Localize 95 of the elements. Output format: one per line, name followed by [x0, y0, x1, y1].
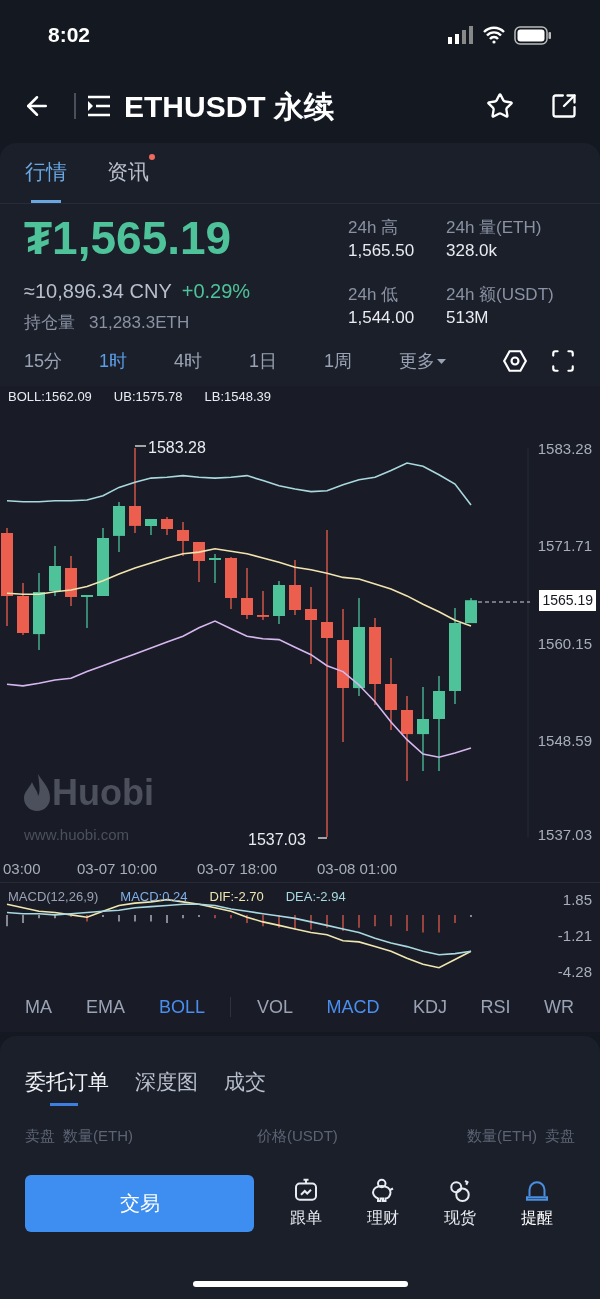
- share-button[interactable]: [550, 92, 578, 120]
- indicator-tab[interactable]: MACD: [326, 993, 380, 1021]
- candlestick: [225, 556, 237, 610]
- candlestick: [177, 521, 189, 557]
- interval-tab[interactable]: 1周: [324, 347, 399, 375]
- settings-icon[interactable]: [502, 348, 528, 374]
- battery-icon: [514, 25, 552, 45]
- macd-value: DEA:-2.94: [285, 888, 346, 906]
- time-axis-label: 03:00: [3, 859, 41, 879]
- stat-label: 24h 量(ETH): [446, 217, 543, 239]
- candlestick: [97, 527, 109, 597]
- price-axis-label: 1583.28: [537, 439, 592, 459]
- nav-item[interactable]: 跟单: [290, 1176, 323, 1230]
- candlestick: [17, 582, 29, 636]
- indicator-value: LB:1548.39: [204, 388, 272, 407]
- stat-label: 24h 额(USDT): [446, 284, 555, 306]
- column-header: 数量(ETH): [63, 1125, 133, 1146]
- section-tab[interactable]: 资讯: [107, 155, 149, 203]
- favorite-star-button[interactable]: [486, 92, 514, 120]
- nav-item[interactable]: 现货: [443, 1176, 476, 1230]
- candlestick: [113, 501, 125, 553]
- nav-item[interactable]: 理财: [367, 1176, 400, 1230]
- wifi-icon: [482, 26, 506, 44]
- last-price-marker: 1565.19: [539, 590, 596, 611]
- last-price: ₮1,565.19: [24, 211, 233, 266]
- candlestick: [49, 545, 61, 597]
- interval-tab[interactable]: 1时: [99, 347, 174, 375]
- interval-tab[interactable]: 4时: [174, 347, 249, 375]
- stat-value: 1,544.00: [348, 307, 416, 329]
- price-change: +0.29%: [181, 279, 251, 304]
- high-price-label: 1583.28: [148, 438, 206, 458]
- order-tab[interactable]: 委托订单: [25, 1058, 109, 1106]
- indicator-value: UB:1575.78: [113, 388, 183, 407]
- macd-axis-label: 1.85: [562, 890, 592, 910]
- stat-value: 1,565.50: [348, 240, 416, 262]
- indicator-tab[interactable]: WR: [544, 993, 574, 1021]
- time-axis-label: 03-07 10:00: [77, 859, 158, 879]
- indicator-value: BOLL:1562.09: [8, 388, 92, 407]
- candlestick: [257, 590, 269, 621]
- last-price-line: [477, 601, 531, 603]
- column-header: 价格(USDT): [257, 1125, 338, 1146]
- caret-icon: [437, 358, 446, 364]
- candlestick: [273, 580, 285, 625]
- time-axis-label: 03-08 01:00: [317, 859, 398, 879]
- stat-value: 513M: [446, 307, 490, 329]
- interval-tab[interactable]: 1日: [249, 347, 324, 375]
- candlestick: [161, 516, 173, 536]
- candlestick: [81, 594, 93, 629]
- macd-axis-label: -1.21: [557, 925, 592, 946]
- order-tab[interactable]: 深度图: [135, 1058, 198, 1106]
- status-time: 8:02: [48, 22, 91, 49]
- column-header: 卖盘: [25, 1125, 55, 1146]
- indicator-tab[interactable]: KDJ: [413, 993, 447, 1021]
- macd-value: DIF:-2.70: [209, 888, 264, 906]
- indicator-tab[interactable]: VOL: [257, 993, 294, 1021]
- candlestick: [65, 555, 77, 607]
- low-price-label: 1537.03: [248, 830, 306, 850]
- column-header: 卖盘: [545, 1125, 575, 1146]
- order-tab[interactable]: 成交: [224, 1058, 266, 1106]
- interval-tab[interactable]: 更多: [399, 347, 474, 375]
- candlestick: [145, 518, 157, 536]
- nav-item[interactable]: 提醒: [520, 1176, 553, 1230]
- indicator-tab[interactable]: RSI: [480, 993, 511, 1021]
- open-interest-label: 持仓量: [24, 312, 75, 334]
- leader-line: [317, 837, 328, 839]
- price-axis-label: 1571.71: [537, 536, 592, 557]
- price-axis-label: 1548.59: [537, 730, 592, 751]
- fullscreen-button[interactable]: [550, 348, 576, 374]
- indicator-tab[interactable]: EMA: [85, 993, 125, 1021]
- price-axis-label: 1537.03: [537, 825, 592, 845]
- menu-icon[interactable]: [86, 95, 112, 117]
- candlestick: [241, 567, 253, 620]
- indicator-tab[interactable]: BOLL: [158, 993, 205, 1021]
- cny-price: ≈10,896.34 CNY: [24, 279, 172, 304]
- stat-value: 328.0k: [446, 240, 499, 262]
- macd-value: MACD:0.24: [120, 888, 188, 906]
- time-axis-label: 03-07 18:00: [197, 859, 278, 879]
- section-tab[interactable]: 行情: [25, 155, 67, 203]
- stat-label: 24h 高: [348, 217, 400, 239]
- pair-title: ETHUSDT 永续: [124, 88, 334, 125]
- indicator-tab[interactable]: MA: [25, 993, 52, 1021]
- leader-line: [134, 445, 147, 447]
- stat-label: 24h 低: [348, 284, 400, 306]
- price-axis-label: 1560.15: [537, 633, 592, 654]
- candlestick: [209, 553, 221, 584]
- macd-value: MACD(12,26,9): [8, 888, 99, 906]
- candlestick: [289, 559, 301, 616]
- interval-tab[interactable]: 15分: [24, 347, 99, 375]
- flame-logo-icon: [24, 774, 50, 812]
- macd-axis-label: -4.28: [557, 962, 592, 982]
- open-interest-value: 31,283.3ETH: [89, 312, 190, 334]
- column-header: 数量(ETH): [467, 1125, 537, 1146]
- signal-icon: [448, 26, 474, 44]
- candlestick: [465, 597, 477, 624]
- candlestick: [193, 541, 205, 583]
